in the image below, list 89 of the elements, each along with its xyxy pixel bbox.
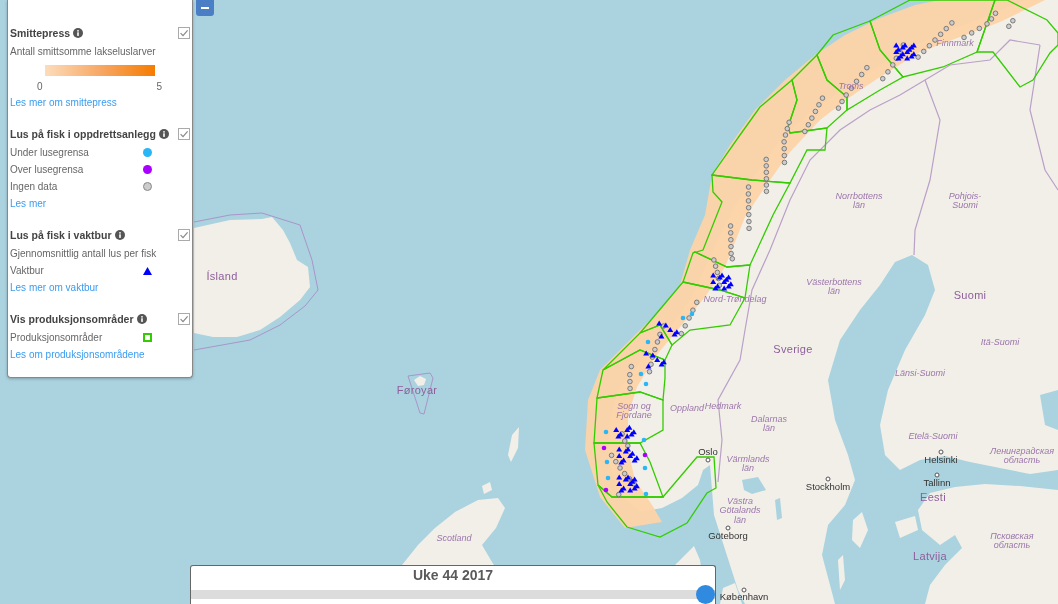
legend-item-label: Vaktbur	[10, 264, 44, 278]
scale-tick-label: 0	[37, 80, 43, 94]
map-place-label: Føroyar	[396, 385, 438, 397]
map-place-label: Ísland	[206, 271, 238, 283]
island-landmass	[838, 555, 845, 590]
shetland-landmass	[508, 427, 519, 462]
city-dot-icon	[705, 457, 711, 463]
farm-marker-icon[interactable]	[689, 311, 695, 317]
farm-marker-icon[interactable]	[645, 339, 651, 345]
farm-marker-icon[interactable]	[641, 437, 647, 443]
farm-marker-icon[interactable]	[642, 465, 648, 471]
island-landmass	[895, 516, 918, 538]
info-icon[interactable]	[114, 230, 125, 240]
farm-marker-icon[interactable]	[603, 429, 609, 435]
island-landmass	[852, 512, 868, 548]
farm-marker-icon[interactable]	[642, 452, 648, 458]
read-more-link[interactable]: Les om produksjonsområdene	[10, 349, 145, 360]
farm-marker-icon[interactable]	[605, 475, 611, 481]
layer-checkbox[interactable]	[178, 313, 190, 325]
farm-marker-icon[interactable]	[603, 487, 609, 493]
info-icon[interactable]	[136, 314, 147, 324]
map-place-label: Dalarnas län	[751, 414, 787, 434]
section-heading: Vis produksjonsområder	[10, 313, 134, 325]
scale-tick-label: 5	[156, 80, 162, 94]
read-more-link[interactable]: Les mer	[10, 198, 47, 209]
map-place-label: Finnmark	[936, 39, 974, 49]
layer-checkbox[interactable]	[178, 27, 190, 39]
lake-shape	[1040, 390, 1058, 430]
map-place-label: København	[719, 592, 769, 602]
map-place-label: Ленинградская область	[989, 446, 1055, 466]
section-heading: Smittepress	[10, 27, 71, 39]
map-place-label: Hedmark	[704, 402, 742, 412]
map-place-label: Etelä-Suomi	[908, 432, 958, 442]
zoom-out-button[interactable]	[196, 0, 214, 16]
minus-icon	[201, 7, 209, 9]
farm-marker-icon[interactable]	[643, 491, 649, 497]
legend-subtitle: Gjennomsnittlig antall lus per fisk	[10, 247, 158, 261]
lake-shape	[742, 477, 766, 494]
legend-item-label: Over lusegrensa	[10, 163, 84, 177]
map-place-label: Oslo	[698, 447, 718, 457]
info-icon[interactable]	[73, 28, 84, 38]
city-dot-icon	[934, 472, 940, 478]
map-place-label: Scotland	[436, 534, 472, 544]
city-dot-icon	[938, 449, 944, 455]
map-place-label: Latvija	[913, 551, 947, 563]
map-place-label: Troms	[838, 82, 864, 92]
orkney-landmass	[482, 482, 492, 494]
farm-marker-icon[interactable]	[604, 459, 610, 465]
info-icon[interactable]	[158, 129, 169, 139]
lake-shape	[775, 498, 782, 520]
city-dot-icon	[741, 587, 747, 593]
legend-subtitle: Antall smittsomme lakseluslarver	[10, 45, 157, 59]
city-dot-icon	[725, 525, 731, 531]
map-place-label: Itä-Suomi	[980, 338, 1020, 348]
week-slider-track[interactable]	[191, 585, 715, 604]
layer-checkbox[interactable]	[178, 128, 190, 140]
map-place-label: Tallinn	[923, 478, 951, 488]
map-place-label: Göteborg	[708, 531, 748, 541]
city-dot-icon	[825, 476, 831, 482]
legend-item-label: Ingen data	[10, 180, 58, 194]
layer-checkbox[interactable]	[178, 229, 190, 241]
map-place-label: Suomi	[953, 290, 987, 302]
map-place-label: Eesti	[920, 492, 946, 504]
map-place-label: Pohjois-Suomi	[948, 191, 982, 211]
map-place-label: Stockholm	[805, 482, 851, 492]
map-place-label: Västerbottens län	[806, 277, 862, 297]
map-place-label: Västra Götalands län	[719, 496, 761, 526]
slider-thumb[interactable]	[696, 585, 715, 604]
read-more-link[interactable]: Les mer om smittepress	[10, 97, 117, 108]
production-zone[interactable]	[869, 0, 996, 78]
map-place-label: Länsi-Suomi	[895, 369, 945, 379]
map-place-label: Псковская область	[990, 531, 1034, 551]
map-place-label: Helsinki	[924, 455, 958, 465]
farm-marker-icon[interactable]	[601, 445, 607, 451]
farm-marker-icon[interactable]	[680, 315, 686, 321]
legend-item-label: Produksjonsområder	[10, 331, 103, 345]
read-more-link[interactable]: Les mer om vaktbur	[10, 282, 99, 293]
map-place-label: Värmlands län	[726, 454, 770, 474]
faroe-islands-landmass	[414, 376, 426, 386]
section-heading: Lus på fisk i vaktbur	[10, 229, 112, 241]
map-place-label: Norrbottens län	[835, 191, 883, 211]
map-place-label: Sverige	[773, 344, 813, 356]
production-zone[interactable]	[593, 442, 664, 498]
farm-marker-icon[interactable]	[643, 381, 649, 387]
farm-marker-icon[interactable]	[638, 371, 644, 377]
map-place-label: Oppland	[670, 404, 704, 414]
week-label: Uke 44 2017	[411, 566, 495, 585]
legend-item-label: Under lusegrensa	[10, 146, 89, 160]
section-heading: Lus på fisk i oppdrettsanlegg	[10, 128, 156, 140]
